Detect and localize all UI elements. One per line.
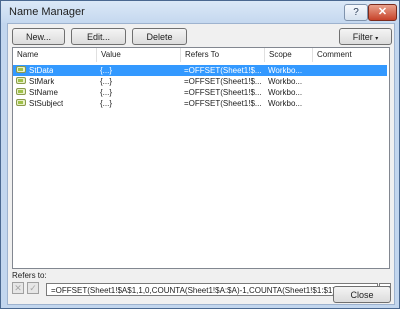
named-range-icon xyxy=(16,99,26,106)
row-scope: Workbo... xyxy=(268,88,303,97)
refers-to-input[interactable]: =OFFSET(Sheet1!$A$1,1,0,COUNTA(Sheet1!$A… xyxy=(46,283,378,296)
window-close-button[interactable]: ✕ xyxy=(368,4,397,21)
cancel-edit-icon[interactable]: ✕ xyxy=(12,282,24,294)
row-refers-to: =OFFSET(Sheet1!$... xyxy=(184,88,262,97)
delete-button-label: Delete xyxy=(146,32,173,42)
close-button[interactable]: Close xyxy=(333,286,391,303)
refers-to-label: Refers to: xyxy=(12,271,47,280)
filter-button[interactable]: Filter ▾ xyxy=(339,28,392,45)
row-name: StData xyxy=(29,66,54,75)
column-header-comment[interactable]: Comment xyxy=(313,48,387,62)
table-row[interactable]: StMark {...} =OFFSET(Sheet1!$... Workbo.… xyxy=(13,76,387,87)
new-button[interactable]: New... xyxy=(12,28,65,45)
named-range-icon xyxy=(16,88,26,95)
row-name: StMark xyxy=(29,77,55,86)
row-scope: Workbo... xyxy=(268,66,303,75)
row-name: StName xyxy=(29,88,58,97)
close-button-label: Close xyxy=(350,290,374,300)
row-name: StSubject xyxy=(29,99,64,108)
named-range-icon xyxy=(16,66,26,73)
title-bar: Name Manager ? ✕ xyxy=(1,1,399,23)
table-row[interactable]: StSubject {...} =OFFSET(Sheet1!$... Work… xyxy=(13,98,387,109)
names-list[interactable]: Name Value Refers To Scope Comment StDat… xyxy=(12,47,390,269)
row-value: {...} xyxy=(100,99,113,108)
dialog-title: Name Manager xyxy=(9,6,85,18)
column-header-refers-to[interactable]: Refers To xyxy=(181,48,265,62)
row-value: {...} xyxy=(100,88,113,97)
dialog-body: New... Edit... Delete Filter ▾ Name Valu… xyxy=(7,23,395,305)
edit-button-label: Edit... xyxy=(86,32,110,42)
edit-button[interactable]: Edit... xyxy=(71,28,126,45)
row-scope: Workbo... xyxy=(268,99,303,108)
row-scope: Workbo... xyxy=(268,77,303,86)
row-value: {...} xyxy=(100,77,113,86)
named-range-icon xyxy=(16,77,26,84)
name-manager-dialog: Name Manager ? ✕ New... Edit... Delete F… xyxy=(0,0,400,309)
column-header-scope[interactable]: Scope xyxy=(265,48,313,62)
commit-edit-icon[interactable]: ✓ xyxy=(27,282,39,294)
delete-button[interactable]: Delete xyxy=(132,28,187,45)
help-button[interactable]: ? xyxy=(344,4,368,21)
row-refers-to: =OFFSET(Sheet1!$... xyxy=(184,99,262,108)
row-value: {...} xyxy=(100,66,113,75)
table-row[interactable]: StName {...} =OFFSET(Sheet1!$... Workbo.… xyxy=(13,87,387,98)
new-button-label: New... xyxy=(25,32,51,42)
row-refers-to: =OFFSET(Sheet1!$... xyxy=(184,66,262,75)
column-header-value[interactable]: Value xyxy=(97,48,181,62)
dropdown-arrow-icon: ▾ xyxy=(375,36,379,42)
table-row[interactable]: StData {...} =OFFSET(Sheet1!$... Workbo.… xyxy=(13,65,387,76)
filter-button-label: Filter xyxy=(352,32,373,42)
column-header-name[interactable]: Name xyxy=(13,48,97,62)
row-refers-to: =OFFSET(Sheet1!$... xyxy=(184,77,262,86)
